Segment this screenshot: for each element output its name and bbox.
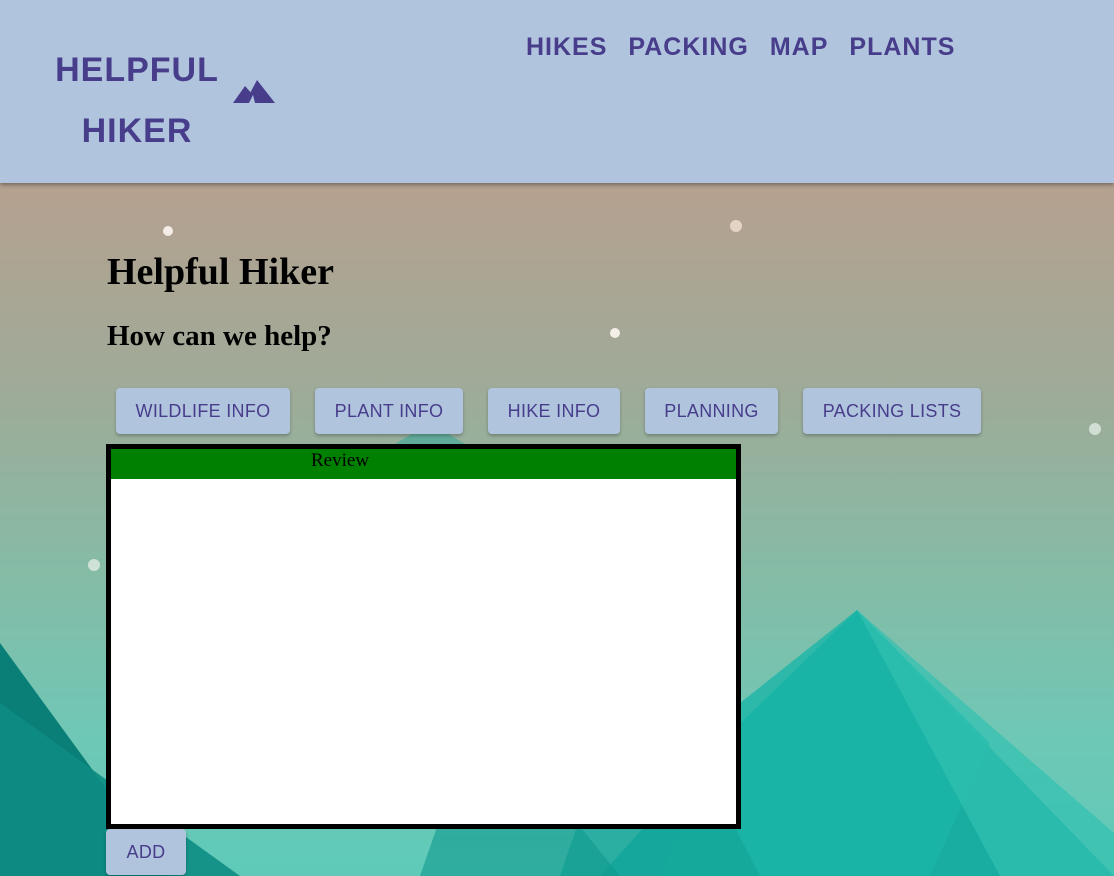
plant-info-button[interactable]: PLANT INFO — [315, 388, 463, 434]
wildlife-info-button[interactable]: WILDLIFE INFO — [116, 388, 290, 434]
page-title-wrap: Helpful Hiker — [107, 250, 334, 294]
nav-map[interactable]: MAP — [770, 33, 829, 62]
review-header: Review — [111, 449, 736, 479]
review-panel[interactable]: Review — [106, 444, 741, 829]
packing-lists-button[interactable]: PACKING LISTS — [803, 388, 981, 434]
main-nav: HIKES PACKING MAP PLANTS — [526, 33, 955, 62]
snow-dot — [730, 220, 742, 232]
hike-info-button[interactable]: HIKE INFO — [488, 388, 620, 434]
logo[interactable]: HELPFUL HIKER — [52, 40, 222, 162]
page-subtitle: How can we help? — [107, 320, 332, 352]
mountain-icon — [233, 80, 275, 103]
logo-line-2: HIKER — [81, 112, 193, 150]
add-button[interactable]: ADD — [106, 829, 186, 875]
logo-line-1: HELPFUL — [55, 51, 219, 89]
snow-dot — [1089, 423, 1101, 435]
snow-dot — [610, 328, 620, 338]
nav-packing[interactable]: PACKING — [628, 33, 748, 62]
planning-button[interactable]: PLANNING — [645, 388, 778, 434]
site-header: HELPFUL HIKER HIKES PACKING MAP PLANTS — [0, 0, 1114, 183]
nav-plants[interactable]: PLANTS — [849, 33, 955, 62]
snow-dot — [163, 226, 173, 236]
page-title: Helpful Hiker — [107, 251, 334, 293]
snow-dot — [88, 559, 100, 571]
nav-hikes[interactable]: HIKES — [526, 33, 607, 62]
